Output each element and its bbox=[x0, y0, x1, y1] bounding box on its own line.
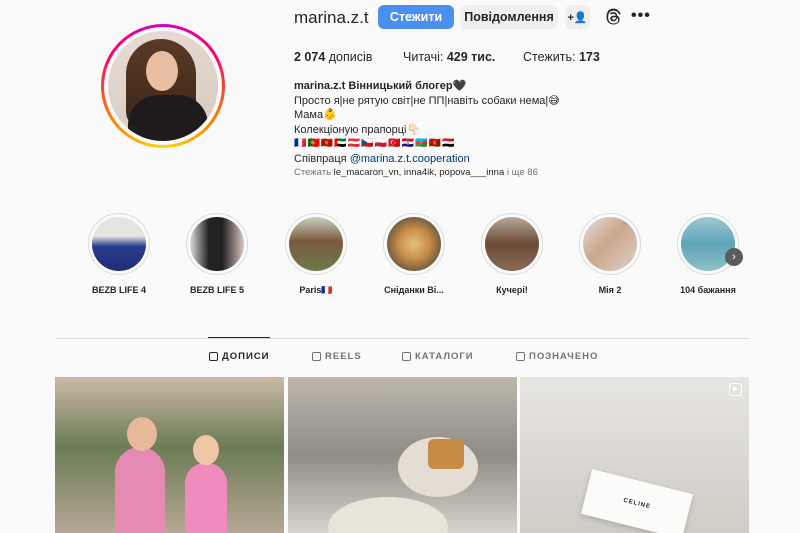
highlight-item[interactable]: BEZB LIFE 4 bbox=[88, 213, 150, 295]
bio-line: Колекціоную прапорці👇🏻 bbox=[294, 123, 421, 136]
highlight-thumbnail bbox=[485, 217, 539, 271]
followed-by[interactable]: Стежать le_macaron_vn, inna4ik, popova__… bbox=[294, 167, 538, 178]
celine-box: CELINE bbox=[580, 469, 694, 533]
profile-username: marina.z.t bbox=[294, 8, 369, 27]
highlight-item[interactable]: Paris🇫🇷 bbox=[285, 213, 347, 295]
message-button[interactable]: Повідомлення bbox=[460, 5, 558, 29]
collab-link[interactable]: @marina.z.t.cooperation bbox=[350, 153, 470, 165]
bio-line: Просто я|не рятую світ|не ПП|навіть соба… bbox=[294, 94, 560, 107]
highlight-thumbnail bbox=[92, 217, 146, 271]
bio-line: Мама👶 bbox=[294, 109, 337, 121]
highlight-item[interactable]: Сніданки Ві... bbox=[383, 213, 445, 295]
highlight-item[interactable]: 104 бажання bbox=[677, 213, 739, 295]
highlight-item[interactable]: Кучері! bbox=[481, 213, 543, 295]
highlight-thumbnail bbox=[583, 217, 637, 271]
post-thumbnail[interactable] bbox=[288, 377, 517, 533]
tab-catalogs[interactable]: КАТАЛОГИ bbox=[402, 351, 474, 362]
bio-name: marina.z.t Вінницький блогер🖤 bbox=[294, 80, 467, 92]
bio-collab: Співпраця @marina.z.t.cooperation bbox=[294, 152, 470, 165]
highlight-thumbnail bbox=[387, 217, 441, 271]
avatar-photo bbox=[108, 31, 218, 141]
reels-icon bbox=[312, 352, 321, 361]
highlight-thumbnail bbox=[289, 217, 343, 271]
followers-count[interactable]: Читачі: 429 тис. bbox=[403, 50, 495, 64]
grid-icon bbox=[209, 352, 218, 361]
tab-posts[interactable]: ДОПИСИ bbox=[209, 351, 270, 362]
post-thumbnail[interactable] bbox=[55, 377, 284, 533]
tagged-icon bbox=[516, 352, 525, 361]
catalog-icon bbox=[402, 352, 411, 361]
tabs-divider bbox=[55, 338, 750, 339]
chevron-right-icon[interactable]: › bbox=[725, 248, 743, 266]
tab-tagged[interactable]: ПОЗНАЧЕНО bbox=[516, 351, 598, 362]
highlight-item[interactable]: Мія 2 bbox=[579, 213, 641, 295]
highlight-item[interactable]: BEZB LIFE 5 bbox=[186, 213, 248, 295]
post-thumbnail[interactable]: CELINE bbox=[520, 377, 749, 533]
bio-flags: 🇫🇷🇵🇹🇲🇪🇦🇪🇦🇹🇨🇿🇵🇱🇹🇷🇭🇷🇦🇿🇲🇪🇪🇬 bbox=[294, 138, 456, 149]
follow-button[interactable]: Стежити bbox=[378, 5, 454, 29]
tab-reels[interactable]: REELS bbox=[312, 351, 362, 362]
reel-icon bbox=[729, 383, 742, 396]
following-count[interactable]: Стежить: 173 bbox=[523, 50, 600, 64]
active-tab-indicator bbox=[208, 337, 270, 338]
posts-count: 2 074 дописів bbox=[294, 50, 373, 64]
add-user-icon: +👤 bbox=[567, 11, 588, 24]
profile-bio: marina.z.t Вінницький блогер🖤 Просто я|н… bbox=[294, 79, 560, 166]
threads-icon[interactable] bbox=[603, 7, 623, 27]
suggested-users-button[interactable]: +👤 bbox=[565, 5, 590, 29]
profile-avatar[interactable] bbox=[101, 24, 225, 148]
highlight-thumbnail bbox=[190, 217, 244, 271]
more-options-icon[interactable]: ••• bbox=[631, 8, 651, 24]
